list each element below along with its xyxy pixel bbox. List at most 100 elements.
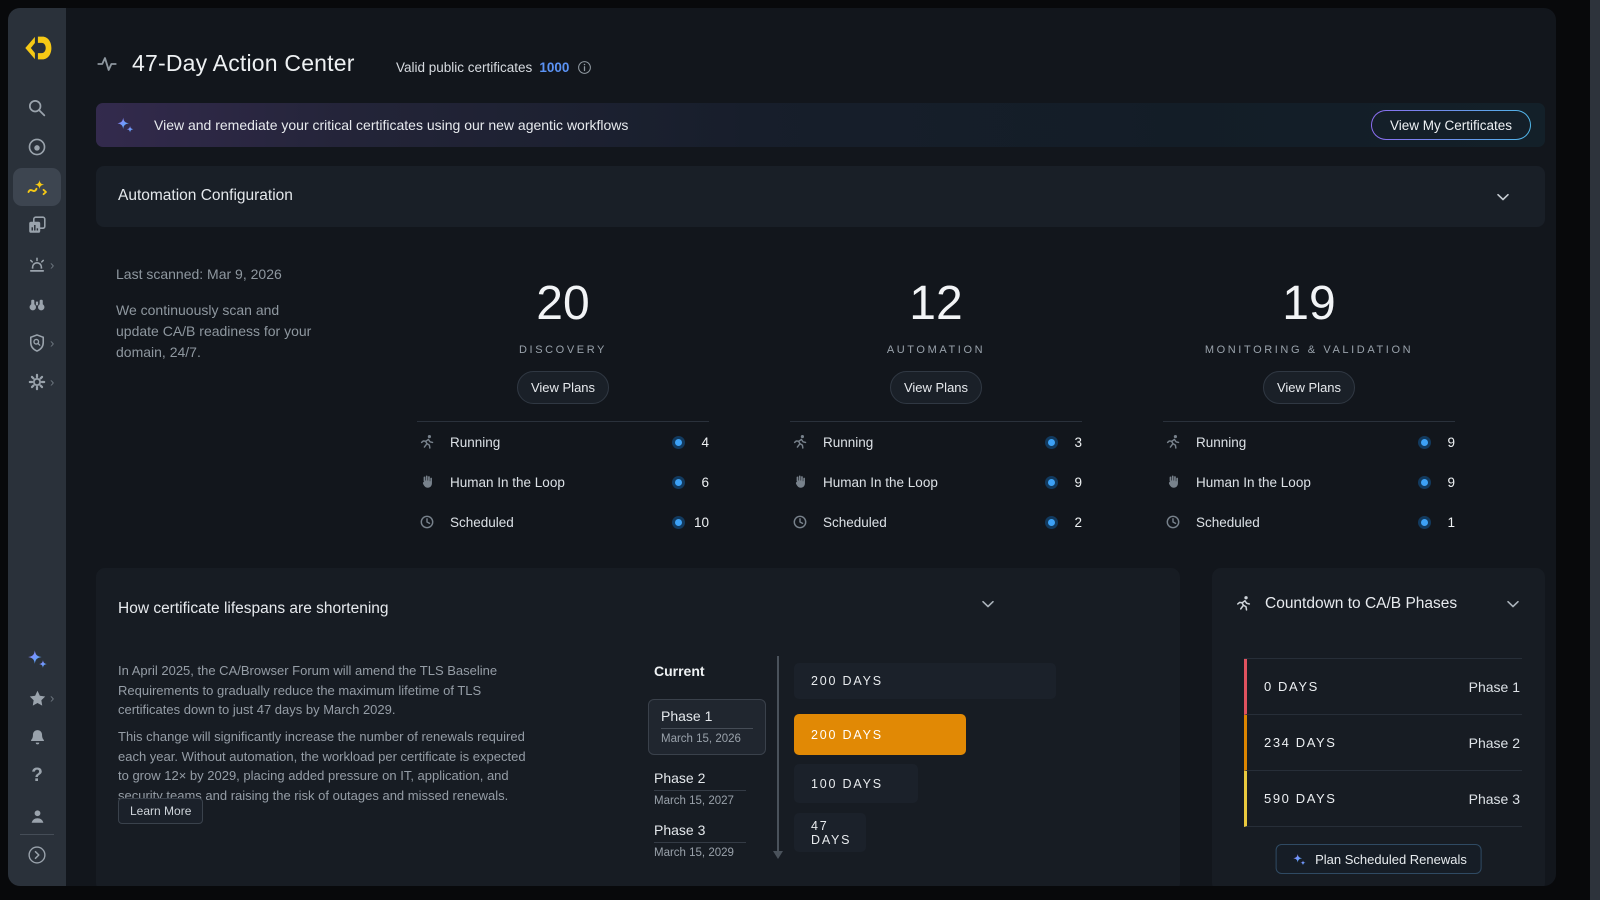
search-icon[interactable] [8,94,66,122]
automation-count: 12 [790,276,1082,332]
phase-name: Phase 3 [654,822,746,843]
last-scanned-text: Last scanned: Mar 9, 2026 [116,266,316,282]
lifespans-title: How certificate lifespans are shortening [118,600,389,618]
row-value: 2 [1066,515,1082,530]
valid-certificates-summary: Valid public certificates 1000 [396,59,593,76]
row-value: 10 [693,515,709,530]
row-label: Running [450,435,500,450]
reports-icon[interactable] [8,211,66,239]
learn-more-button[interactable]: Learn More [118,798,203,824]
phase-date: March 15, 2026 [661,733,753,745]
phase-label: Phase 1 [1469,679,1522,695]
stat-row-scheduled[interactable]: Scheduled 2 [790,502,1082,542]
row-value: 3 [1066,435,1082,450]
ai-sparkles-icon[interactable] [8,645,66,673]
window-scrollbar[interactable] [1590,0,1600,900]
phase-3-selector[interactable]: Phase 3 March 15, 2029 [654,822,760,859]
activity-waveform-icon [96,53,118,75]
app-window: › › › › ? 47-Day Action Center Valid pub… [8,8,1556,886]
stat-column-monitoring: 19 MONITORING & VALIDATION View Plans Ru… [1163,276,1455,542]
phase-1-selector-selected[interactable]: Phase 1 March 15, 2026 [648,699,766,755]
discovery-binoculars-icon[interactable] [8,290,66,318]
page-title: 47-Day Action Center [132,50,355,77]
countdown-rows: 0 DAYS Phase 1 234 DAYS Phase 2 590 DAYS… [1244,658,1522,827]
view-plans-button[interactable]: View Plans [1263,371,1355,404]
expand-sidebar-icon[interactable] [8,841,66,869]
favorites-star-icon[interactable]: › [8,684,66,712]
phase-label: Phase 3 [1469,791,1522,807]
monitoring-count: 19 [1163,276,1455,332]
sparkles-icon [1290,851,1307,868]
banner-message: View and remediate your critical certifi… [154,117,628,133]
stat-row-running[interactable]: Running 9 [1163,422,1455,462]
countdown-row-phase-1[interactable]: 0 DAYS Phase 1 [1244,659,1522,715]
countdown-title: Countdown to CA/B Phases [1265,595,1457,613]
row-label: Running [823,435,873,450]
stat-row-running[interactable]: Running 3 [790,422,1082,462]
row-label: Scheduled [823,515,887,530]
status-dot [672,516,685,529]
stat-row-human-in-the-loop[interactable]: Human In the Loop 6 [417,462,709,502]
runner-icon [1163,433,1183,451]
stat-row-scheduled[interactable]: Scheduled 1 [1163,502,1455,542]
sidebar-item-automation-active[interactable] [13,168,61,206]
countdown-panel: Countdown to CA/B Phases 0 DAYS Phase 1 … [1212,568,1545,886]
sidebar-divider [20,834,54,835]
days-remaining: 0 DAYS [1264,679,1319,694]
plan-scheduled-renewals-button[interactable]: Plan Scheduled Renewals [1275,844,1482,874]
alerts-siren-icon[interactable]: › [8,251,66,279]
view-plans-button[interactable]: View Plans [517,371,609,404]
collapse-chevron-icon[interactable] [1503,594,1523,614]
scan-description: We continuously scan and update CA/B rea… [116,300,316,363]
plan-scheduled-renewals-label: Plan Scheduled Renewals [1315,852,1467,867]
stat-row-scheduled[interactable]: Scheduled 10 [417,502,709,542]
chevron-right-icon: › [50,376,54,389]
status-dot [1045,436,1058,449]
status-dot [672,476,685,489]
page-header: 47-Day Action Center [96,50,355,77]
automation-sparkle-icon [25,175,49,199]
row-value: 9 [1439,435,1455,450]
days-remaining: 234 DAYS [1264,735,1337,750]
scan-status-block: Last scanned: Mar 9, 2026 We continuousl… [116,266,316,363]
collapse-chevron-icon[interactable] [978,594,998,614]
clock-icon [417,513,437,531]
info-icon[interactable] [576,59,593,76]
view-my-certificates-button[interactable]: View My Certificates [1371,110,1531,140]
certificate-inspector-icon[interactable]: › [8,329,66,357]
stat-row-human-in-the-loop[interactable]: Human In the Loop 9 [790,462,1082,502]
hand-icon [417,473,437,491]
notifications-bell-icon[interactable] [8,723,66,751]
lifespans-paragraph-2: This change will significantly increase … [118,727,536,805]
hand-icon [1163,473,1183,491]
status-dot [1418,436,1431,449]
help-icon[interactable]: ? [8,762,66,790]
chevron-right-icon: › [50,259,54,272]
valid-certificates-count[interactable]: 1000 [539,60,569,75]
clock-icon [790,513,810,531]
settings-gear-icon[interactable]: › [8,368,66,396]
digicert-logo[interactable] [8,28,66,68]
sidebar: › › › › ? [8,8,66,886]
days-remaining: 590 DAYS [1264,791,1337,806]
chevron-right-icon: › [50,692,54,705]
countdown-header: Countdown to CA/B Phases [1234,594,1457,613]
scan-target-icon[interactable] [8,133,66,161]
stat-column-discovery: 20 DISCOVERY View Plans Running 4 Human … [417,276,709,542]
current-label: Current [654,663,705,679]
collapse-chevron-icon[interactable] [1493,187,1513,207]
countdown-row-phase-2[interactable]: 234 DAYS Phase 2 [1244,715,1522,771]
phase-date: March 15, 2029 [654,847,760,859]
status-dot [1045,516,1058,529]
view-plans-button[interactable]: View Plans [890,371,982,404]
phase-2-selector[interactable]: Phase 2 March 15, 2027 [654,770,760,807]
chevron-right-icon: › [50,337,54,350]
stat-row-human-in-the-loop[interactable]: Human In the Loop 9 [1163,462,1455,502]
countdown-row-phase-3[interactable]: 590 DAYS Phase 3 [1244,771,1522,827]
phase-label: Phase 2 [1469,735,1522,751]
stat-row-running[interactable]: Running 4 [417,422,709,462]
sparkles-icon [114,114,136,136]
account-user-icon[interactable] [8,802,66,830]
status-dot [1418,516,1431,529]
automation-configuration-header[interactable]: Automation Configuration [96,166,1545,227]
